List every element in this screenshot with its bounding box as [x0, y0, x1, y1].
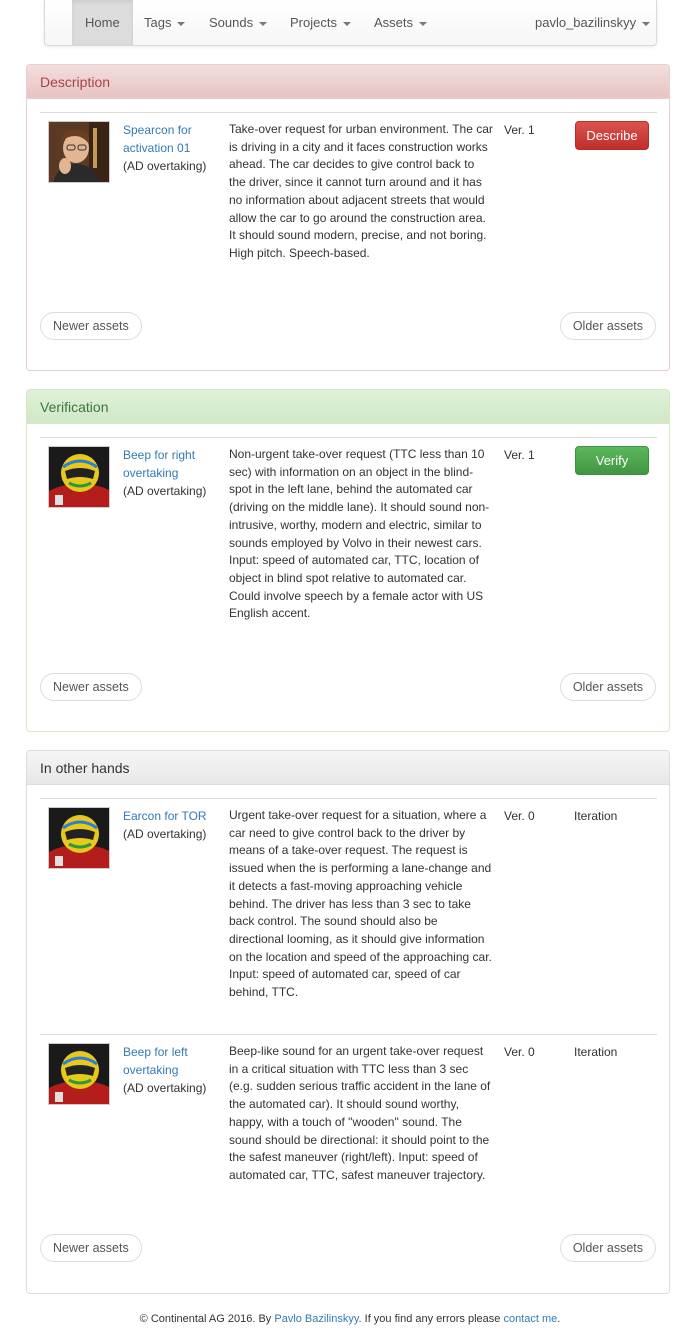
footer-author-link[interactable]: Pavlo Bazilinskyy: [274, 1313, 358, 1325]
asset-title-block: Spearcon for activation 01 (AD overtakin…: [123, 121, 213, 175]
asset-project: (AD overtaking): [123, 484, 207, 498]
asset-version: Ver. 0: [504, 1045, 535, 1059]
footer: © Continental AG 2016. By Pavlo Bazilins…: [0, 1313, 700, 1325]
other-hands-panel: In other hands Earcon for TOR (AD overta…: [26, 750, 670, 1294]
nav-sounds-label: Sounds: [209, 15, 254, 30]
asset-title-link[interactable]: Beep for left overtaking: [123, 1043, 213, 1079]
asset-title-link[interactable]: Earcon for TOR: [123, 807, 213, 825]
panel-heading: Verification: [27, 390, 669, 424]
asset-project: (AD overtaking): [123, 1081, 207, 1095]
verification-panel: Verification Beep for right overtaking (…: [26, 389, 670, 732]
nav-assets-dropdown[interactable]: Assets: [361, 0, 440, 45]
footer-text: . If you find any errors please: [358, 1313, 504, 1325]
asset-status: Iteration: [574, 809, 618, 823]
asset-status: Iteration: [574, 1045, 618, 1059]
panel-heading: In other hands: [27, 751, 669, 785]
asset-description: Urgent take-over request for a situation…: [229, 808, 492, 1000]
asset-row: Beep for right overtaking (AD overtaking…: [40, 437, 657, 673]
asset-description: Take-over request for urban environment.…: [229, 122, 493, 260]
asset-thumbnail-helmet: [48, 446, 110, 508]
older-assets-button[interactable]: Older assets: [559, 312, 656, 340]
asset-thumbnail-helmet: [48, 807, 110, 869]
asset-version: Ver. 0: [504, 809, 535, 823]
footer-copyright: © Continental AG 2016. By: [139, 1313, 275, 1325]
footer-contact-link[interactable]: contact me: [503, 1313, 557, 1325]
nav-user-label: pavlo_bazilinskyy: [535, 15, 637, 30]
caret-down-icon: [419, 21, 428, 26]
nav-home[interactable]: Home: [72, 0, 133, 45]
newer-assets-button[interactable]: Newer assets: [40, 673, 142, 701]
asset-description: Non-urgent take-over request (TTC less t…: [229, 447, 490, 621]
panel-heading: Description: [27, 65, 669, 99]
nav-assets-label: Assets: [374, 15, 414, 30]
asset-title-block: Beep for left overtaking (AD overtaking): [123, 1043, 213, 1097]
asset-title-link[interactable]: Spearcon for activation 01: [123, 121, 213, 157]
nav-projects-dropdown[interactable]: Projects: [277, 0, 364, 45]
caret-down-icon: [177, 21, 186, 26]
nav-tags-dropdown[interactable]: Tags: [131, 0, 198, 45]
asset-version: Ver. 1: [504, 448, 535, 462]
asset-row: Earcon for TOR (AD overtaking) Urgent ta…: [40, 798, 657, 1034]
verify-button[interactable]: Verify: [575, 446, 649, 475]
nav-user-dropdown[interactable]: pavlo_bazilinskyy: [522, 0, 663, 45]
asset-thumbnail-person: [48, 121, 110, 183]
asset-project: (AD overtaking): [123, 159, 207, 173]
asset-title-block: Beep for right overtaking (AD overtaking…: [123, 446, 213, 500]
asset-row: Spearcon for activation 01 (AD overtakin…: [40, 112, 657, 312]
older-assets-button[interactable]: Older assets: [559, 1234, 656, 1262]
caret-down-icon: [342, 21, 351, 26]
nav-sounds-dropdown[interactable]: Sounds: [196, 0, 280, 45]
caret-down-icon: [642, 21, 651, 26]
asset-description: Beep-like sound for an urgent take-over …: [229, 1044, 491, 1182]
asset-title-link[interactable]: Beep for right overtaking: [123, 446, 213, 482]
footer-end: .: [557, 1313, 561, 1325]
asset-thumbnail-helmet: [48, 1043, 110, 1105]
nav-projects-label: Projects: [290, 15, 337, 30]
newer-assets-button[interactable]: Newer assets: [40, 1234, 142, 1262]
nav-tags-label: Tags: [144, 15, 172, 30]
asset-title-block: Earcon for TOR (AD overtaking): [123, 807, 213, 843]
newer-assets-button[interactable]: Newer assets: [40, 312, 142, 340]
asset-project: (AD overtaking): [123, 827, 207, 841]
caret-down-icon: [259, 21, 268, 26]
description-panel: Description Spearcon for activation 01 (…: [26, 64, 670, 371]
describe-button[interactable]: Describe: [575, 121, 649, 150]
asset-version: Ver. 1: [504, 123, 535, 137]
older-assets-button[interactable]: Older assets: [559, 673, 656, 701]
top-navbar: Home Tags Sounds Projects Assets pavlo_b…: [44, 0, 657, 46]
nav-home-label: Home: [85, 15, 120, 30]
asset-row: Beep for left overtaking (AD overtaking)…: [40, 1034, 657, 1234]
